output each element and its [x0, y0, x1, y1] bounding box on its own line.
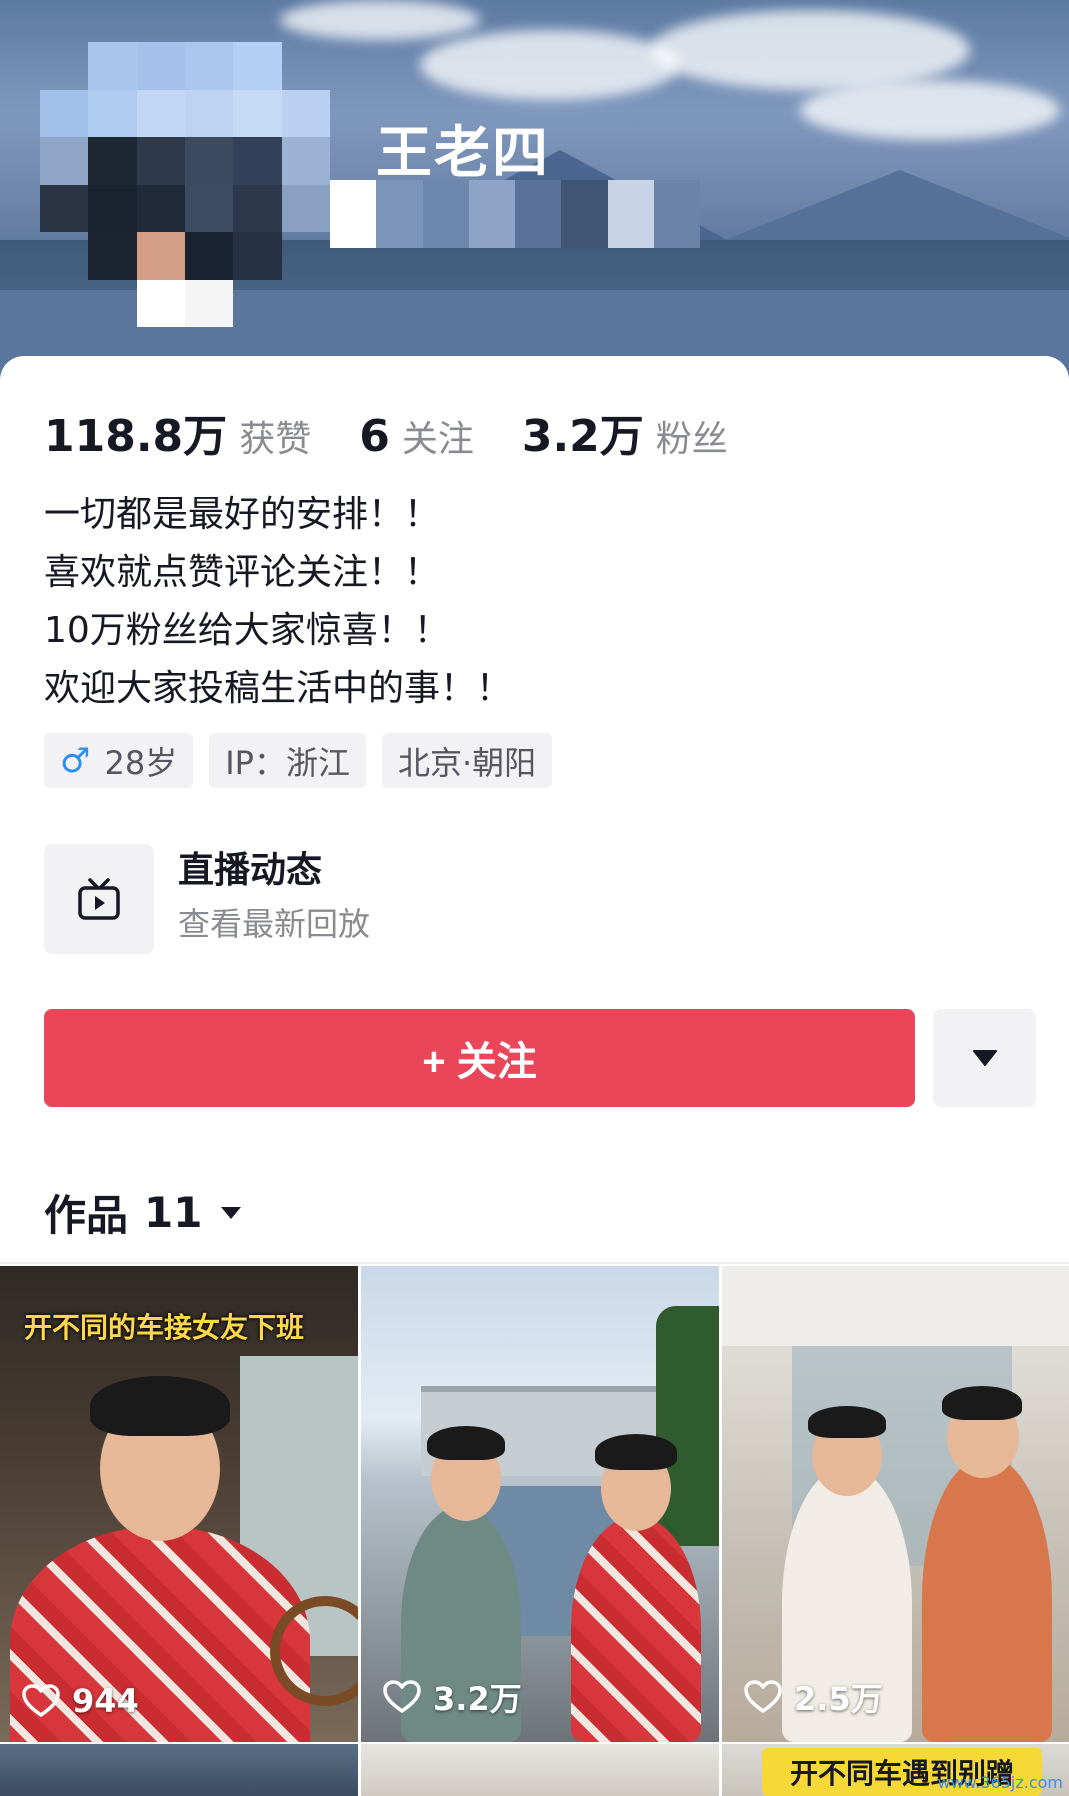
video-likes: 3.2万 — [383, 1674, 522, 1720]
male-icon: ♂ — [60, 740, 91, 781]
blurred-id-strip — [330, 180, 700, 248]
chevron-down-icon — [221, 1206, 242, 1219]
location-tag: 北京·朝阳 — [381, 733, 553, 788]
video-likes: 2.5万 — [744, 1674, 883, 1720]
person-figure — [571, 1516, 701, 1742]
username: 王老四 — [376, 121, 550, 186]
triangle-down-icon — [972, 1050, 997, 1066]
bio-line: 一切都是最好的安排！！ — [44, 494, 441, 535]
live-title: 直播动态 — [178, 850, 323, 891]
live-replay-entry[interactable]: 直播动态 查看最新回放 — [44, 844, 370, 954]
more-options-button[interactable] — [933, 1009, 1036, 1107]
following-count[interactable]: 6 — [359, 411, 390, 462]
video-caption: 开不同的车接女友下班 — [24, 1311, 305, 1344]
gender-age-tag: ♂ 28岁 — [44, 733, 194, 788]
works-tab[interactable]: 作品 11 — [44, 1182, 244, 1243]
banner-cloud — [650, 10, 970, 90]
video-thumbnail[interactable]: 3.2万 — [361, 1266, 719, 1742]
bio-line: 欢迎大家投稿生活中的事！！ — [44, 668, 513, 709]
works-count: 11 — [144, 1188, 203, 1237]
age-label: 28岁 — [104, 743, 178, 782]
video-likes-count: 3.2万 — [433, 1680, 522, 1718]
profile-tags: ♂ 28岁 IP：浙江 北京·朝阳 — [44, 733, 553, 788]
watermark: www.365jz.com — [937, 1773, 1063, 1792]
ceiling — [722, 1266, 1069, 1346]
tv-play-icon — [44, 844, 154, 954]
banner-cloud — [800, 80, 1060, 140]
avatar[interactable] — [40, 42, 330, 327]
person-figure — [922, 1456, 1052, 1742]
person-hair — [808, 1406, 886, 1438]
followers-label[interactable]: 粉丝 — [656, 410, 728, 462]
bio-line: 10万粉丝给大家惊喜！！ — [44, 610, 450, 651]
works-title: 作品 — [44, 1191, 129, 1240]
heart-icon — [22, 1684, 60, 1717]
divider — [0, 1262, 1069, 1264]
profile-banner: 王老四 — [0, 0, 1069, 380]
profile-stats: 118.8万 获赞 6 关注 3.2万 粉丝 — [44, 400, 776, 464]
video-likes-count: 2.5万 — [794, 1680, 883, 1718]
video-likes-count: 944 — [72, 1682, 139, 1720]
video-thumbnail[interactable] — [0, 1744, 358, 1796]
banner-cloud — [280, 0, 480, 40]
follow-button[interactable]: + 关注 — [44, 1009, 915, 1107]
bio-line: 喜欢就点赞评论关注！！ — [44, 552, 441, 593]
person-hair — [595, 1434, 677, 1470]
heart-icon — [383, 1680, 421, 1713]
banner-cloud — [420, 30, 680, 100]
likes-label: 获赞 — [239, 419, 312, 460]
following-label[interactable]: 关注 — [402, 410, 474, 462]
person-hair — [942, 1386, 1022, 1420]
live-subtitle: 查看最新回放 — [178, 905, 371, 943]
profile-bio: 一切都是最好的安排！！ 喜欢就点赞评论关注！！ 10万粉丝给大家惊喜！！ 欢迎大… — [44, 486, 512, 718]
video-thumbnail[interactable] — [361, 1744, 719, 1796]
person-hair — [90, 1376, 230, 1436]
video-likes: 944 — [22, 1682, 139, 1720]
video-thumbnail[interactable]: 开不同的车接女友下班 944 — [0, 1266, 358, 1742]
ip-tag: IP：浙江 — [209, 733, 366, 788]
video-thumbnail[interactable]: 2.5万 — [722, 1266, 1069, 1742]
ip-label: IP：浙江 — [225, 743, 350, 782]
heart-icon — [744, 1680, 782, 1713]
person-hair — [427, 1426, 505, 1460]
likes-count: 118.8万 — [44, 411, 228, 462]
location-label: 北京·朝阳 — [397, 743, 537, 782]
followers-count[interactable]: 3.2万 — [522, 400, 644, 464]
